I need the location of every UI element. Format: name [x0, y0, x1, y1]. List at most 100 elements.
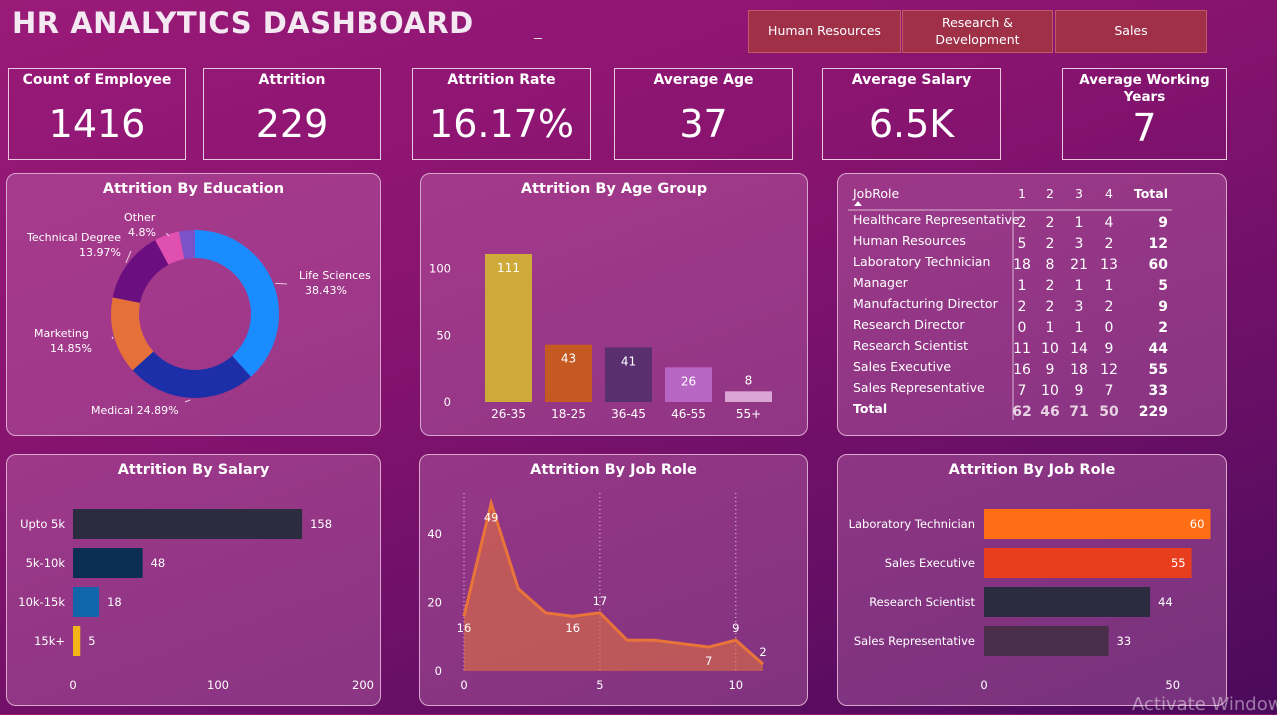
table-cell: 2	[1018, 215, 1027, 231]
table-cell: 16	[1013, 362, 1031, 378]
kpi-value: 37	[679, 101, 728, 146]
activate-windows-watermark: Activate Window	[1132, 694, 1277, 715]
donut-value: 38.43%	[305, 284, 347, 297]
filter-button-sales[interactable]: Sales	[1055, 10, 1207, 53]
age-x-tick: 18-25	[551, 407, 586, 421]
kpi-card-average-salary: Average Salary 6.5K	[822, 68, 1001, 160]
salary-x-tick: 0	[69, 678, 76, 692]
salary-x-tick: 200	[352, 678, 374, 692]
filter-button-research-development[interactable]: Research & Development	[902, 10, 1053, 53]
salary-bar	[73, 626, 81, 656]
salary-category-label: 5k-10k	[26, 556, 66, 570]
table-cell: 10	[1041, 383, 1059, 399]
table-header-cell: 4	[1105, 186, 1113, 201]
salary-bar	[73, 548, 143, 578]
area-x-tick: 10	[728, 678, 743, 692]
table-total-cell: 50	[1099, 404, 1119, 420]
age-x-tick: 36-45	[611, 407, 646, 421]
table-cell: 33	[1149, 383, 1168, 399]
kpi-value: 16.17%	[429, 101, 574, 146]
education-donut-chart: Life Sciences 38.43% Medical 24.89% Marketi…	[26, 211, 371, 417]
kpi-value: 7	[1132, 105, 1157, 150]
table-cell: 1	[1075, 278, 1084, 294]
age-x-tick: 46-55	[671, 407, 706, 421]
table-cell: 0	[1105, 320, 1114, 336]
kpi-card-attrition: Attrition 229	[203, 68, 381, 160]
salary-category-label: Upto 5k	[20, 517, 65, 531]
table-cell: 7	[1105, 383, 1114, 399]
table-cell: 3	[1075, 236, 1084, 252]
text-cursor	[534, 38, 542, 39]
education-panel: Attrition By Education Life Sciences 38.4…	[6, 173, 381, 436]
table-row-label: Research Scientist	[853, 338, 968, 353]
salary-bar-value: 18	[107, 595, 122, 609]
salary-bar-value: 158	[310, 517, 332, 531]
jobrole-bar-value: 33	[1117, 634, 1132, 648]
age-bar-value: 111	[497, 261, 520, 275]
table-row-label: Research Director	[853, 317, 965, 332]
age-bar	[725, 391, 772, 402]
table-total-cell: 62	[1012, 404, 1031, 420]
table-cell: 1	[1075, 320, 1084, 336]
donut-value: 13.97%	[79, 246, 121, 259]
jobrole-category-label: Research Scientist	[869, 595, 975, 609]
table-cell: 2	[1046, 299, 1055, 315]
table-cell: 2	[1158, 320, 1168, 336]
table-cell: 7	[1018, 383, 1027, 399]
kpi-label: Average Age	[653, 72, 754, 88]
age-y-tick: 0	[444, 395, 451, 409]
table-cell: 2	[1105, 236, 1114, 252]
table-cell: 13	[1100, 257, 1118, 273]
salary-bar	[73, 587, 100, 617]
jobrole-category-label: Laboratory Technician	[849, 517, 975, 531]
donut-label: Technical Degree	[26, 231, 121, 244]
table-cell: 9	[1158, 215, 1168, 231]
area-data-label: 7	[705, 654, 712, 668]
filter-button-human-resources[interactable]: Human Resources	[748, 10, 901, 53]
donut-leader-line	[275, 282, 288, 285]
table-cell: 9	[1075, 383, 1084, 399]
age-y-tick: 100	[429, 262, 451, 276]
kpi-value: 6.5K	[868, 101, 955, 146]
salary-bar-chart: Upto 5k 158 5k-10k 48 10k-15k 18 15k+ 5 0 100 200	[18, 509, 374, 692]
salary-panel: Attrition By Salary Upto 5k 158 5k-10k 48 10…	[6, 454, 381, 706]
table-cell: 2	[1046, 215, 1055, 231]
table-row-label: Manufacturing Director	[853, 296, 999, 311]
jobrole-bar-chart: Laboratory Technician 60 Sales Executive 55…	[849, 509, 1211, 692]
jobrole-table-panel: JobRole 1 2 3 4 Total Healthcare Representativ…	[837, 173, 1227, 436]
table-header-cell: 2	[1046, 186, 1054, 201]
area-data-label: 16	[457, 621, 472, 635]
jobrole-category-label: Sales Representative	[854, 634, 975, 648]
table-total-cell: 229	[1139, 404, 1168, 420]
jobrole-category-label: Sales Executive	[885, 556, 975, 570]
kpi-card-average-age: Average Age 37	[614, 68, 793, 160]
kpi-value: 1416	[48, 101, 146, 146]
donut-value: 14.85%	[50, 342, 92, 355]
age-x-tick: 55+	[736, 407, 761, 421]
table-header-cell: Total	[1134, 186, 1168, 201]
jobrole-bar	[984, 509, 1211, 539]
donut-label: Other	[124, 211, 156, 224]
salary-x-tick: 100	[207, 678, 229, 692]
age-bar	[485, 254, 532, 402]
salary-bar	[73, 509, 303, 539]
donut-label: Life Sciences	[299, 269, 371, 282]
jobrole-bar	[984, 626, 1109, 656]
table-total-cell: 46	[1040, 404, 1059, 420]
jobrole-matrix-table: JobRole 1 2 3 4 TotalHealthcare Representativ…	[848, 186, 1172, 420]
age-bar-value: 43	[561, 352, 576, 366]
age-bar-value: 41	[621, 354, 636, 368]
table-cell: 0	[1018, 320, 1027, 336]
kpi-card-attrition-rate: Attrition Rate 16.17%	[412, 68, 591, 160]
kpi-label: Attrition	[258, 72, 326, 88]
area-data-label: 49	[484, 510, 499, 524]
table-cell: 12	[1149, 236, 1168, 252]
sort-ascending-icon	[854, 201, 862, 206]
area-y-tick: 20	[427, 596, 442, 610]
area-x-tick: 0	[460, 678, 467, 692]
area-y-tick: 40	[427, 527, 442, 541]
table-total-cell: 71	[1069, 404, 1088, 420]
kpi-label: Average Working Years	[1079, 72, 1210, 105]
age-bar-value: 8	[745, 373, 753, 387]
table-cell: 9	[1046, 362, 1055, 378]
